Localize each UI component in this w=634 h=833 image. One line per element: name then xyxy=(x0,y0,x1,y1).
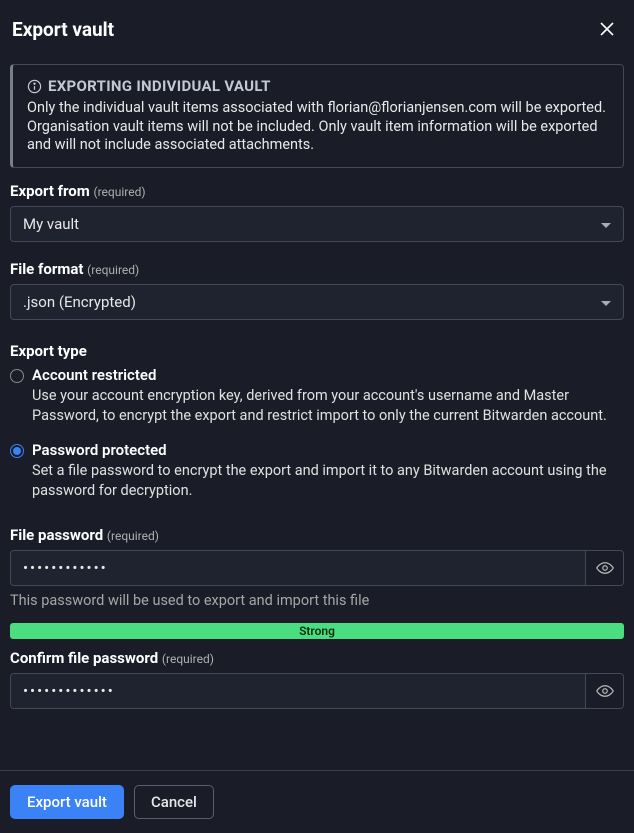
info-callout: EXPORTING INDIVIDUAL VAULT Only the indi… xyxy=(10,64,624,168)
info-icon xyxy=(27,79,42,94)
eye-icon xyxy=(596,682,614,700)
export-type-title: Export type xyxy=(10,342,624,360)
file-password-label: File password xyxy=(10,526,103,544)
file-format-select[interactable]: .json (Encrypted) xyxy=(10,284,624,320)
file-format-label: File format xyxy=(10,260,83,278)
export-from-value: My vault xyxy=(23,215,79,233)
chevron-down-icon xyxy=(601,293,611,311)
file-format-value: .json (Encrypted) xyxy=(23,293,136,311)
password-strength-bar: Strong xyxy=(10,623,624,639)
close-button[interactable] xyxy=(594,16,620,42)
radio-desc-password-protected: Set a file password to encrypt the expor… xyxy=(32,461,624,502)
cancel-button[interactable]: Cancel xyxy=(134,785,214,819)
toggle-confirm-password-visibility[interactable] xyxy=(585,674,623,708)
file-password-hint: This password will be used to export and… xyxy=(10,592,624,609)
export-from-select[interactable]: My vault xyxy=(10,206,624,242)
dialog-footer: Export vault Cancel xyxy=(0,770,634,833)
export-from-required: (required) xyxy=(93,185,145,199)
chevron-down-icon xyxy=(601,215,611,233)
confirm-password-required: (required) xyxy=(162,652,214,666)
export-vault-button[interactable]: Export vault xyxy=(10,785,124,819)
file-password-required: (required) xyxy=(107,529,159,543)
radio-desc-account-restricted: Use your account encryption key, derived… xyxy=(32,386,624,427)
radio-label-account-restricted[interactable]: Account restricted xyxy=(32,366,156,384)
radio-account-restricted[interactable] xyxy=(10,369,24,383)
close-icon xyxy=(598,20,616,38)
export-from-label: Export from xyxy=(10,182,90,200)
file-format-required: (required) xyxy=(87,263,139,277)
confirm-password-label: Confirm file password xyxy=(10,649,158,667)
toggle-password-visibility[interactable] xyxy=(585,551,623,585)
info-title: EXPORTING INDIVIDUAL VAULT xyxy=(48,77,271,95)
info-body: Only the individual vault items associat… xyxy=(27,99,609,155)
radio-label-password-protected[interactable]: Password protected xyxy=(32,441,167,459)
file-password-input[interactable] xyxy=(11,551,585,585)
eye-icon xyxy=(596,559,614,577)
password-strength-label: Strong xyxy=(299,624,335,638)
radio-password-protected[interactable] xyxy=(10,444,24,458)
confirm-password-input[interactable] xyxy=(11,674,585,708)
dialog-title: Export vault xyxy=(12,18,114,41)
